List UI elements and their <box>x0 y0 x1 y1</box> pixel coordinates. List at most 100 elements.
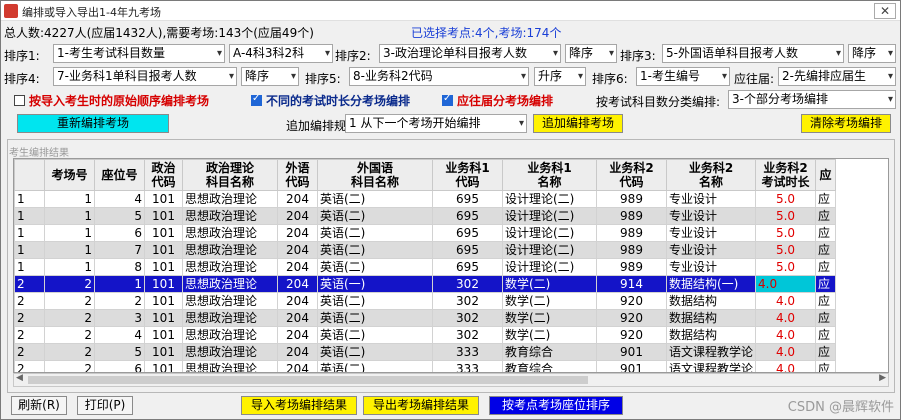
append-arrange-button[interactable]: 追加编排考场 <box>533 114 623 133</box>
table-cell[interactable]: 101 <box>144 343 183 361</box>
table-cell[interactable]: 2 <box>14 292 45 310</box>
table-cell[interactable]: 数据结构 <box>665 309 757 327</box>
table-cell[interactable]: 思想政治理论 <box>182 207 278 225</box>
table-cell[interactable]: 数学(二) <box>502 309 597 327</box>
table-cell[interactable]: 101 <box>144 326 183 344</box>
table-cell[interactable]: 数据结构 <box>665 292 757 310</box>
close-button[interactable]: ✕ <box>874 3 896 19</box>
table-cell[interactable]: 204 <box>277 224 318 242</box>
table-cell[interactable]: 204 <box>277 309 318 327</box>
table-cell[interactable]: 英语(二) <box>317 241 433 259</box>
result-table[interactable]: 考场号 座位号 政治 代码 政治理论 科目名称 外语 代码 外国语 科目名称 业务科1 代码 业务科1 名… <box>13 158 889 373</box>
table-cell[interactable]: 101 <box>144 292 183 310</box>
table-cell[interactable]: 1 <box>44 258 95 276</box>
table-cell[interactable]: 1 <box>14 224 45 242</box>
table-cell[interactable]: 695 <box>432 207 503 225</box>
table-cell[interactable]: 数据结构 <box>665 326 757 344</box>
table-cell[interactable]: 数学(二) <box>502 292 597 310</box>
table-cell[interactable]: 思想政治理论 <box>182 241 278 259</box>
table-cell[interactable]: 思想政治理论 <box>182 309 278 327</box>
table-cell[interactable]: 2 <box>44 360 95 372</box>
column-header[interactable]: 外语 代码 <box>277 159 318 191</box>
table-cell[interactable]: 专业设计 <box>665 207 757 225</box>
table-row[interactable]: 2 2 2 101 思想政治理论 204 英语(二) 302 数学(二) 920 数据结构 4.0 应 <box>14 292 837 310</box>
table-cell[interactable]: 2 <box>14 309 45 327</box>
fresh-split-checkbox[interactable] <box>442 93 453 106</box>
clear-arrange-button[interactable]: 清除考场编排 <box>801 114 891 133</box>
table-cell[interactable]: 8 <box>94 258 145 276</box>
table-cell[interactable]: 语文课程教学论 <box>665 343 757 361</box>
table-cell[interactable]: 4.0 <box>755 326 817 344</box>
table-cell[interactable]: 2 <box>14 343 45 361</box>
table-cell[interactable]: 920 <box>596 326 667 344</box>
table-cell[interactable]: 6 <box>94 360 145 372</box>
table-cell[interactable]: 英语(二) <box>317 224 433 242</box>
column-header[interactable]: 业务科2 名称 <box>665 159 757 191</box>
table-cell[interactable]: 思想政治理论 <box>182 360 278 372</box>
column-header[interactable]: 业务科1 代码 <box>432 159 503 191</box>
table-cell[interactable]: 204 <box>277 275 318 293</box>
table-cell[interactable]: 101 <box>144 241 183 259</box>
table-cell[interactable]: 2 <box>44 292 95 310</box>
table-cell[interactable]: 5.0 <box>755 190 817 208</box>
column-header[interactable]: 业务科2 考试时长 <box>755 159 817 191</box>
sort1-method-select[interactable]: A-4科3科2科 ▾ <box>229 44 333 63</box>
table-cell[interactable]: 204 <box>277 343 318 361</box>
sort5-order-select[interactable]: 升序 ▾ <box>534 67 586 86</box>
fresh-graduate-select[interactable]: 2-先编排应届生 ▾ <box>778 67 896 86</box>
table-cell[interactable]: 思想政治理论 <box>182 292 278 310</box>
table-cell[interactable]: 5.0 <box>755 207 817 225</box>
table-cell[interactable]: 989 <box>596 190 667 208</box>
export-result-button[interactable]: 导出考场编排结果 <box>363 396 479 415</box>
sort2-order-select[interactable]: 降序 ▾ <box>565 44 617 63</box>
table-cell[interactable]: 901 <box>596 343 667 361</box>
table-cell[interactable]: 7 <box>94 241 145 259</box>
table-cell[interactable]: 英语(二) <box>317 360 433 372</box>
table-cell[interactable]: 695 <box>432 190 503 208</box>
table-cell[interactable]: 2 <box>14 360 45 372</box>
table-cell[interactable]: 数学(二) <box>502 326 597 344</box>
table-cell[interactable]: 101 <box>144 190 183 208</box>
table-cell[interactable]: 101 <box>144 207 183 225</box>
table-cell[interactable]: 4.0 <box>755 309 817 327</box>
print-button[interactable]: 打印(P) <box>77 396 133 415</box>
column-header[interactable] <box>14 159 45 191</box>
table-cell[interactable]: 1 <box>14 190 45 208</box>
table-cell[interactable]: 英语(二) <box>317 326 433 344</box>
sort6-select[interactable]: 1-考生编号 ▾ <box>636 67 730 86</box>
table-cell[interactable]: 专业设计 <box>665 190 757 208</box>
table-cell[interactable]: 应 <box>815 275 837 293</box>
column-header[interactable]: 应 <box>815 159 837 191</box>
table-cell[interactable]: 4 <box>94 326 145 344</box>
table-cell[interactable]: 2 <box>94 292 145 310</box>
import-result-button[interactable]: 导入考场编排结果 <box>241 396 357 415</box>
table-cell[interactable]: 4.0 <box>755 360 817 372</box>
table-cell[interactable]: 333 <box>432 343 503 361</box>
table-cell[interactable]: 4.0 <box>755 292 817 310</box>
table-row[interactable]: 1 1 4 101 思想政治理论 204 英语(二) 695 设计理论(二) 989 专业设计 5.0… <box>14 190 837 208</box>
table-cell[interactable]: 应 <box>815 241 837 259</box>
table-row[interactable]: 2 2 3 101 思想政治理论 204 英语(二) 302 数学(二) 920 数据结构 4.0 应 <box>14 309 837 327</box>
table-row[interactable]: 2 2 5 101 思想政治理论 204 英语(二) 333 教育综合 901 语文课程教学论 4.0… <box>14 343 837 361</box>
horizontal-scrollbar[interactable]: ◀ ▶ <box>13 373 889 387</box>
column-header[interactable]: 座位号 <box>94 159 145 191</box>
table-cell[interactable]: 204 <box>277 326 318 344</box>
table-cell[interactable]: 695 <box>432 241 503 259</box>
table-cell[interactable]: 5 <box>94 207 145 225</box>
table-cell[interactable]: 2 <box>44 326 95 344</box>
table-cell[interactable]: 204 <box>277 360 318 372</box>
duration-split-checkbox[interactable] <box>251 93 262 106</box>
table-cell[interactable]: 5 <box>94 343 145 361</box>
table-cell[interactable]: 3 <box>94 309 145 327</box>
original-order-checkbox[interactable] <box>14 95 25 106</box>
table-cell[interactable]: 204 <box>277 207 318 225</box>
table-cell[interactable]: 设计理论(二) <box>502 241 597 259</box>
column-header[interactable]: 业务科2 代码 <box>596 159 667 191</box>
sort4-select[interactable]: 7-业务科1单科目报考人数 ▾ <box>53 67 237 86</box>
table-cell[interactable]: 思想政治理论 <box>182 190 278 208</box>
table-cell[interactable]: 英语(二) <box>317 292 433 310</box>
table-cell[interactable]: 204 <box>277 258 318 276</box>
table-cell[interactable]: 989 <box>596 224 667 242</box>
table-cell[interactable]: 989 <box>596 207 667 225</box>
table-row[interactable]: 2 2 4 101 思想政治理论 204 英语(二) 302 数学(二) 920 数据结构 4.0 应 <box>14 326 837 344</box>
